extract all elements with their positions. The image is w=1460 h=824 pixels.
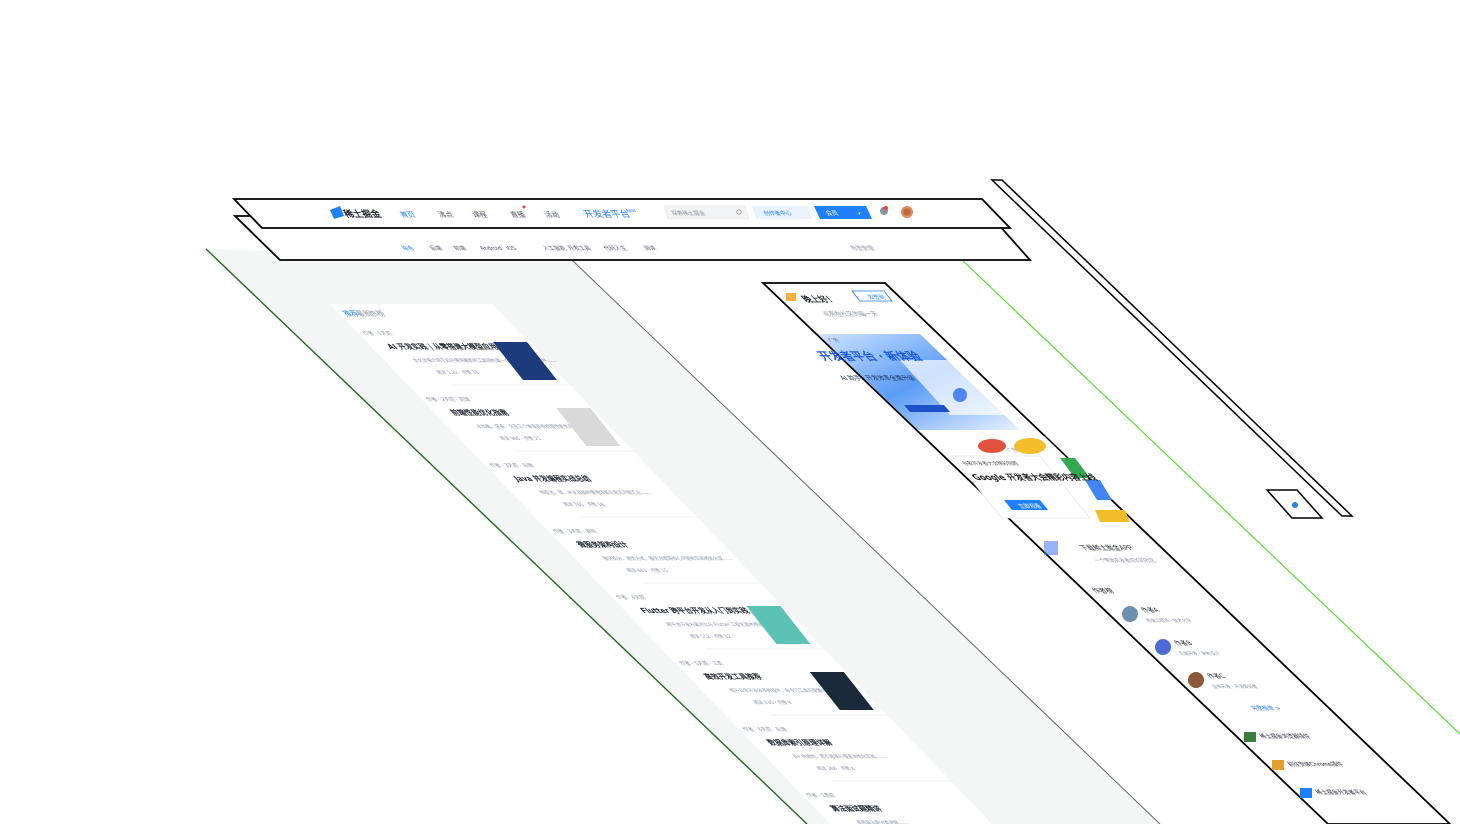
- notification-badge: [884, 206, 888, 210]
- banner1-subtitle: AI 助手 · 开发效率全面升级: [837, 374, 918, 381]
- exploded-layers-view: 推荐 最新 热榜 作者 · 1天前AI 开发实践 | 从零搭建大模型应用本文详细…: [205, 179, 1460, 824]
- link-icon: [1272, 760, 1284, 770]
- feed-item-title[interactable]: 微服务架构设计: [573, 540, 631, 548]
- sidebar-link-label[interactable]: 稀土掘金开发者平台: [1312, 788, 1369, 795]
- sidebar-link-label[interactable]: 稀土掘金浏览器插件: [1256, 732, 1313, 739]
- feed-item-stats: 阅读 765 · 点赞 18: [560, 501, 607, 508]
- sun-icon: [786, 293, 796, 301]
- author-desc: 全栈开发 · 开源爱好者: [1209, 683, 1260, 690]
- feed-item-excerpt: 线程池、锁、并发容器的使用场景与常见问题汇总……: [537, 489, 653, 496]
- feed-item-title[interactable]: 数据库索引原理详解: [764, 738, 835, 746]
- banner2-title: Google 开发者大会精彩内容上线: [969, 473, 1101, 483]
- feed-item-stats: 阅读 980 · 点赞 21: [497, 435, 544, 442]
- signin-subtitle: 点亮在社区的每一天: [820, 310, 881, 317]
- header-layer: 稀土掘金 首页 沸点 课程 直播 活动 开发者平台 NEW 探索稀土掘金 创作者中心 会…: [231, 198, 1013, 229]
- feed-item-excerpt: 服务拆分、通信方式、服务治理等核心问题的实践经验分享……: [600, 555, 735, 562]
- author-avatar[interactable]: [1122, 606, 1138, 622]
- author-avatar[interactable]: [1155, 639, 1171, 655]
- creator-center-label: 创作者中心: [762, 209, 794, 216]
- banner1-title: 开发者平台 · 新体验: [813, 349, 927, 363]
- feed-item-excerpt: B+ 树结构、索引选择与慢查询优化实践……: [790, 753, 887, 760]
- member-button[interactable]: [814, 206, 872, 219]
- nav-red-dot: [522, 205, 526, 209]
- author-desc: 后端开发 · 架构设计: [1176, 650, 1223, 657]
- logo-text: 稀土掘金: [341, 208, 384, 220]
- feed-item-title[interactable]: 前端性能优化指南: [447, 408, 511, 416]
- feed-item-meta: 作者 · 6天前 · 后端: [740, 726, 789, 733]
- search-placeholder: 探索稀土掘金: [670, 209, 707, 216]
- feed-tabs: 推荐 最新 热榜: [340, 309, 388, 317]
- feed-item-stats: 阅读 1.2k · 点赞 34: [434, 369, 482, 376]
- app-download-subtitle: 一个帮助开发者成长的社区: [1092, 557, 1158, 564]
- feed-item-stats: 阅读 512 · 点赞 12: [687, 633, 734, 640]
- google-shape-red: [978, 439, 1006, 453]
- feed-item-meta: 作者 · 2天前 · 前端: [424, 396, 473, 403]
- feed-item-stats: 阅读 388 · 点赞 8: [814, 765, 858, 772]
- feed-item-title[interactable]: 算法面试题精讲: [828, 804, 885, 812]
- author-desc: 前端工程师 · 技术分享: [1143, 617, 1194, 624]
- sidebar-link-label[interactable]: 前往安装Chrome插件: [1284, 760, 1346, 767]
- feed-item-title[interactable]: AI 开发实践 | 从零搭建大模型应用: [384, 342, 501, 350]
- feed-item-title[interactable]: Flutter 跨平台开发从入门到实践: [638, 606, 753, 614]
- arrow-up-icon: [1292, 502, 1298, 508]
- link-icon: [1300, 788, 1312, 798]
- banner2-subtitle: 谷歌开发者大会精彩回顾: [960, 460, 1021, 467]
- author-avatar[interactable]: [1188, 672, 1204, 688]
- feed-item-meta: 作者 · 5天前 · 工具: [677, 660, 726, 667]
- feed-item-meta: 作者 · 3天前 · 架构: [550, 528, 599, 535]
- feed-item-title[interactable]: 高效开发工具推荐: [701, 672, 765, 680]
- feed-item-excerpt: 高频算法题分类讲解……: [854, 819, 911, 824]
- banner-ad-2[interactable]: 广告 谷歌开发者大会精彩回顾 Google 开发者大会精彩内容上线 立即观看: [934, 436, 1135, 524]
- feed-item-title[interactable]: Java 并发编程实战总结: [510, 474, 594, 482]
- feed-item-excerpt: 跨平台开发方案对比与 Flutter 工程化落地经验……: [664, 621, 776, 628]
- feed-item-meta: 作者 · 3天前 · 后端: [487, 462, 536, 469]
- app-download-title: 下载稀土掘金APP: [1077, 543, 1136, 551]
- qr-code-icon: [1044, 541, 1058, 555]
- link-icon: [1244, 732, 1256, 742]
- feed-item-stats: 阅读 430 · 点赞 9: [750, 699, 794, 706]
- feed-item-stats: 阅读 643 · 点赞 15: [624, 567, 671, 574]
